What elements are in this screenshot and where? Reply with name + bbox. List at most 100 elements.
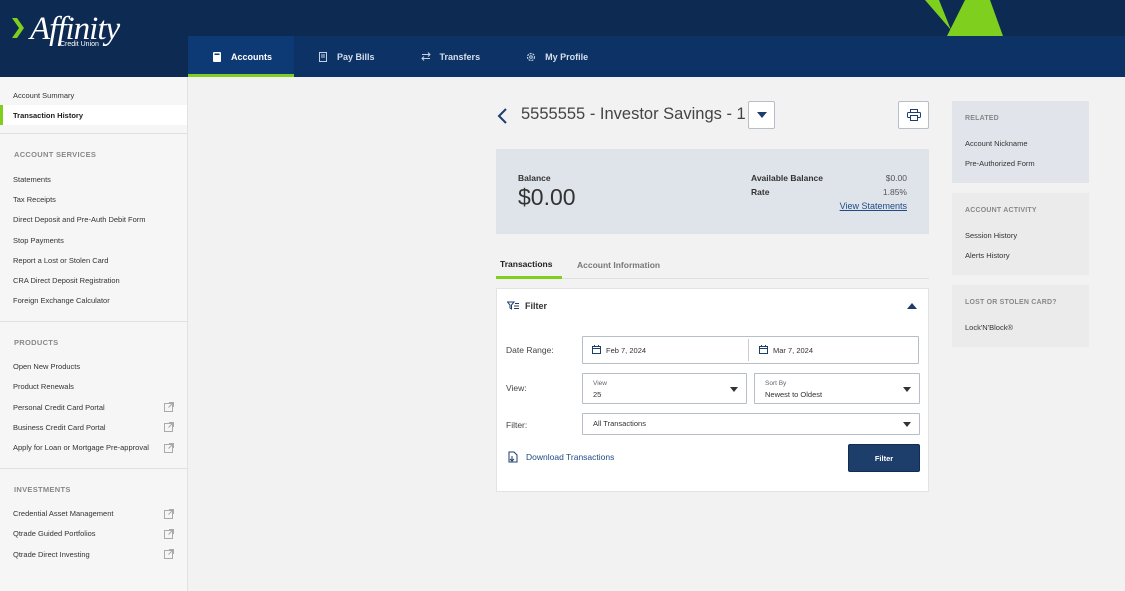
- download-label: Download Transactions: [526, 452, 615, 462]
- lost-card-heading: Lost or Stolen Card?: [965, 299, 1057, 306]
- nav-label: My Profile: [545, 51, 589, 62]
- page-title: 5555555 - Investor Savings - 1: [521, 105, 746, 123]
- collapse-arrow-icon[interactable]: [906, 301, 918, 311]
- download-transactions-link[interactable]: Download Transactions: [507, 451, 614, 463]
- nav-label: Accounts: [231, 51, 273, 62]
- sidebar-item-label: Direct Deposit and Pre-Auth Debit Form: [13, 215, 146, 225]
- nav-accounts[interactable]: Accounts: [188, 36, 295, 77]
- sidebar-item-product-renewals[interactable]: Product Renewals: [0, 377, 187, 397]
- lost-card-panel: Lost or Stolen Card? Lock'N'Block®: [952, 285, 1089, 347]
- sidebar-item-tax-receipts[interactable]: Tax Receipts: [0, 190, 187, 210]
- sidebar-heading: Account Services: [14, 150, 97, 160]
- sidebar-section-products: Products Open New Products Product Renew…: [0, 322, 187, 469]
- sidebar-item-label: CRA Direct Deposit Registration: [13, 275, 120, 285]
- brand-subtitle: Credit Union: [60, 41, 99, 48]
- related-heading: Related: [965, 115, 999, 122]
- bill-icon: [318, 51, 328, 62]
- available-balance-value: $0.00: [885, 173, 907, 183]
- filter-panel-header[interactable]: Filter: [507, 301, 547, 311]
- account-dropdown-button[interactable]: [748, 101, 775, 129]
- related-panel: Related Account Nickname Pre-Authorized …: [952, 101, 1089, 183]
- sidebar-heading: Products: [14, 337, 59, 347]
- date-to-value: Mar 7, 2024: [773, 346, 814, 355]
- account-activity-panel: Account Activity Session History Alerts …: [952, 193, 1089, 275]
- nav-label: Pay Bills: [337, 51, 375, 62]
- filter-label: Filter:: [506, 420, 528, 430]
- sidebar-item-credential-asset[interactable]: Credential Asset Management: [0, 504, 187, 524]
- alerts-history-link[interactable]: Alerts History: [965, 245, 1076, 265]
- filter-list-icon: [507, 301, 519, 310]
- main-nav: Accounts Pay Bills Transfers My Profile: [188, 36, 1125, 77]
- external-link-icon: [164, 528, 174, 539]
- print-button[interactable]: [898, 101, 929, 129]
- tab-account-information[interactable]: Account Information: [577, 251, 660, 279]
- sidebar-item-account-summary[interactable]: Account Summary: [0, 85, 187, 105]
- view-statements-link[interactable]: View Statements: [840, 201, 907, 211]
- sort-by-select[interactable]: Sort By Newest to Oldest: [754, 373, 920, 404]
- sidebar-item-label: Account Summary: [13, 90, 75, 100]
- chevron-down-icon: [903, 387, 911, 392]
- sidebar-heading: Investments: [14, 484, 71, 494]
- view-select-value: 25: [593, 390, 602, 399]
- sidebar-top-group: Account Summary Transaction History: [0, 77, 187, 135]
- available-balance-label: Available Balance: [751, 173, 823, 183]
- sidebar-section-account-services: Account Services Statements Tax Receipts…: [0, 134, 187, 322]
- filter-heading: Filter: [525, 301, 548, 311]
- sidebar-item-label: Business Credit Card Portal: [13, 422, 106, 432]
- chevron-down-icon: [730, 387, 738, 392]
- sidebar-item-label: Stop Payments: [13, 235, 64, 245]
- nav-my-profile[interactable]: My Profile: [502, 36, 610, 77]
- rate-value: 1.85%: [882, 187, 907, 197]
- logo-chevron-icon: [12, 18, 24, 38]
- sidebar-item-transaction-history[interactable]: Transaction History: [0, 105, 187, 126]
- sidebar-item-direct-deposit[interactable]: Direct Deposit and Pre-Auth Debit Form: [0, 210, 187, 230]
- account-nickname-link[interactable]: Account Nickname: [965, 133, 1076, 153]
- sidebar-item-report-lost-card[interactable]: Report a Lost or Stolen Card: [0, 250, 187, 270]
- chevron-down-icon: [903, 422, 911, 427]
- back-arrow-icon[interactable]: [496, 107, 510, 125]
- sidebar-item-cra-direct-deposit[interactable]: CRA Direct Deposit Registration: [0, 270, 187, 290]
- balance-value: $0.00: [518, 184, 576, 210]
- top-header: Affinity Credit Union Accounts Pay Bills…: [0, 0, 1125, 77]
- transaction-filter-select[interactable]: All Transactions: [582, 413, 920, 435]
- brand-logo[interactable]: Affinity Credit Union: [12, 12, 122, 52]
- sidebar-item-personal-credit-card[interactable]: Personal Credit Card Portal: [0, 397, 187, 417]
- filter-panel: Filter Date Range: Feb 7, 2024 Mar 7, 20…: [496, 288, 929, 492]
- sidebar-item-label: Product Renewals: [13, 382, 74, 392]
- tab-transactions[interactable]: Transactions: [496, 251, 562, 279]
- printer-icon: [906, 109, 921, 121]
- sidebar-item-label: Qtrade Guided Portfolios: [13, 529, 96, 539]
- sidebar-item-statements[interactable]: Statements: [0, 169, 187, 189]
- sidebar-item-open-new-products[interactable]: Open New Products: [0, 357, 187, 377]
- account-title-row: 5555555 - Investor Savings - 1: [496, 101, 929, 131]
- nav-transfers[interactable]: Transfers: [397, 36, 503, 77]
- sidebar-item-foreign-exchange[interactable]: Foreign Exchange Calculator: [0, 291, 187, 311]
- account-tabs: Transactions Account Information: [496, 251, 929, 279]
- sidebar-item-qtrade-direct[interactable]: Qtrade Direct Investing: [0, 544, 187, 564]
- nav-pay-bills[interactable]: Pay Bills: [294, 36, 397, 77]
- date-range-label: Date Range:: [506, 345, 554, 355]
- date-to-input[interactable]: Mar 7, 2024: [751, 337, 919, 363]
- sort-select-caption: Sort By: [765, 380, 787, 387]
- sidebar-item-stop-payments[interactable]: Stop Payments: [0, 230, 187, 250]
- transfer-icon: [420, 52, 431, 62]
- balance-label: Balance: [518, 173, 551, 183]
- date-range-field: Feb 7, 2024 Mar 7, 2024: [582, 336, 919, 364]
- caret-down-icon: [756, 112, 767, 118]
- external-link-icon: [164, 508, 174, 519]
- lock-n-block-link[interactable]: Lock'N'Block®: [965, 317, 1076, 337]
- sidebar-item-label: Foreign Exchange Calculator: [13, 296, 110, 306]
- filter-button[interactable]: Filter: [848, 444, 920, 472]
- sidebar-item-label: Personal Credit Card Portal: [13, 402, 105, 412]
- sidebar: Account Summary Transaction History Acco…: [0, 77, 188, 591]
- date-from-input[interactable]: Feb 7, 2024: [583, 337, 751, 363]
- session-history-link[interactable]: Session History: [965, 225, 1076, 245]
- pre-authorized-form-link[interactable]: Pre-Authorized Form: [965, 153, 1076, 173]
- sidebar-item-label: Open New Products: [13, 362, 81, 372]
- sidebar-item-business-credit-card[interactable]: Business Credit Card Portal: [0, 417, 187, 437]
- sidebar-item-label: Qtrade Direct Investing: [13, 549, 90, 559]
- view-select[interactable]: View 25: [582, 373, 747, 404]
- sidebar-item-apply-loan[interactable]: Apply for Loan or Mortgage Pre-approval: [0, 437, 187, 457]
- sidebar-item-label: Report a Lost or Stolen Card: [13, 255, 109, 265]
- sidebar-item-qtrade-guided[interactable]: Qtrade Guided Portfolios: [0, 524, 187, 544]
